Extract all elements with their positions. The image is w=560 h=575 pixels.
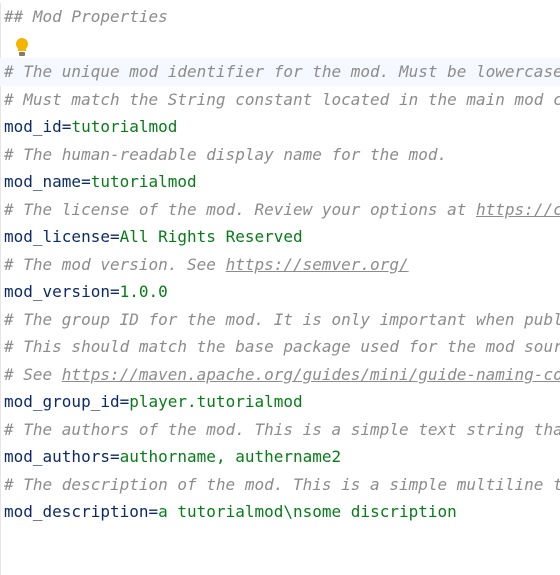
property-value: tutorialmod (71, 117, 178, 136)
comment-text: # This should match the base package use… (4, 337, 560, 356)
comment-text: # The human-readable display name for th… (4, 144, 448, 164)
comment-text: # The group ID for the mod. It is only i… (4, 309, 560, 329)
comment-text: # The mod version. See (4, 254, 226, 274)
equals-sign: = (148, 502, 159, 521)
property-key: mod_authors (4, 447, 110, 466)
property-line[interactable]: mod_name=tutorialmod (0, 168, 560, 196)
comment-text: # The authors of the mod. This is a simp… (4, 419, 560, 439)
comment-text: # Must match the String constant located… (4, 89, 560, 109)
equals-sign: = (81, 172, 91, 191)
code-line[interactable]: # The description of the mod. This is a … (0, 471, 560, 499)
property-value: player.tutorialmod (129, 392, 303, 411)
property-key: mod_description (4, 502, 149, 521)
property-key: mod_name (4, 172, 82, 191)
comment-text: # See (4, 364, 62, 384)
lightbulb-icon[interactable] (14, 37, 30, 58)
property-value: All Rights Reserved (119, 227, 303, 246)
code-line[interactable]: # The authors of the mod. This is a simp… (0, 416, 560, 444)
code-line[interactable]: # Must match the String constant located… (0, 86, 560, 114)
comment-text: # The unique mod identifier for the mod.… (4, 62, 560, 81)
property-key: mod_version (4, 282, 110, 301)
comment-text: # The description of the mod. This is a … (4, 474, 560, 494)
property-key: mod_license (4, 227, 110, 246)
equals-sign: = (109, 447, 120, 466)
property-line[interactable]: mod_version=1.0.0 (0, 278, 560, 306)
property-value: 1.0.0 (119, 282, 168, 301)
property-value: authorname, authername2 (119, 447, 342, 466)
equals-sign: = (61, 117, 72, 136)
code-line[interactable]: # The mod version. See https://semver.or… (0, 251, 560, 279)
comment-link[interactable]: https://semver.org/ (226, 255, 409, 274)
property-line[interactable]: mod_description=a tutorialmod\nsome disc… (0, 498, 560, 526)
equals-sign: = (109, 282, 120, 301)
code-line-current[interactable]: # The unique mod identifier for the mod.… (0, 58, 560, 86)
property-line[interactable]: mod_authors=authorname, authername2 (0, 443, 560, 471)
comment-link[interactable]: https://maven.apache.org/guides/mini/gui… (62, 365, 560, 384)
property-line[interactable]: mod_id=tutorialmod (0, 113, 560, 141)
property-value: tutorialmod (90, 172, 197, 191)
code-line[interactable]: ## Mod Properties (0, 3, 560, 31)
property-line[interactable]: mod_license=All Rights Reserved (0, 223, 560, 251)
comment-link[interactable]: https://choosealicense.com/ (476, 200, 560, 219)
comment-text: # The license of the mod. Review your op… (4, 199, 477, 219)
code-line[interactable]: # The group ID for the mod. It is only i… (0, 306, 560, 334)
equals-sign: = (109, 227, 120, 246)
code-line[interactable]: # The license of the mod. Review your op… (0, 196, 560, 224)
code-line-empty[interactable] (0, 526, 560, 554)
code-line[interactable]: # The human-readable display name for th… (0, 141, 560, 169)
code-line[interactable]: # See https://maven.apache.org/guides/mi… (0, 361, 560, 389)
property-key: mod_group_id (4, 392, 120, 411)
property-line[interactable]: mod_group_id=player.tutorialmod (0, 388, 560, 416)
property-value: a tutorialmod\nsome discription (158, 502, 457, 521)
equals-sign: = (119, 392, 130, 411)
section-comment: ## Mod Properties (4, 7, 168, 26)
code-editor[interactable]: ## Mod Properties # The unique mod ident… (0, 3, 560, 575)
property-key: mod_id (4, 117, 62, 136)
code-line[interactable]: # This should match the base package use… (0, 333, 560, 361)
code-line-empty[interactable] (0, 31, 560, 59)
